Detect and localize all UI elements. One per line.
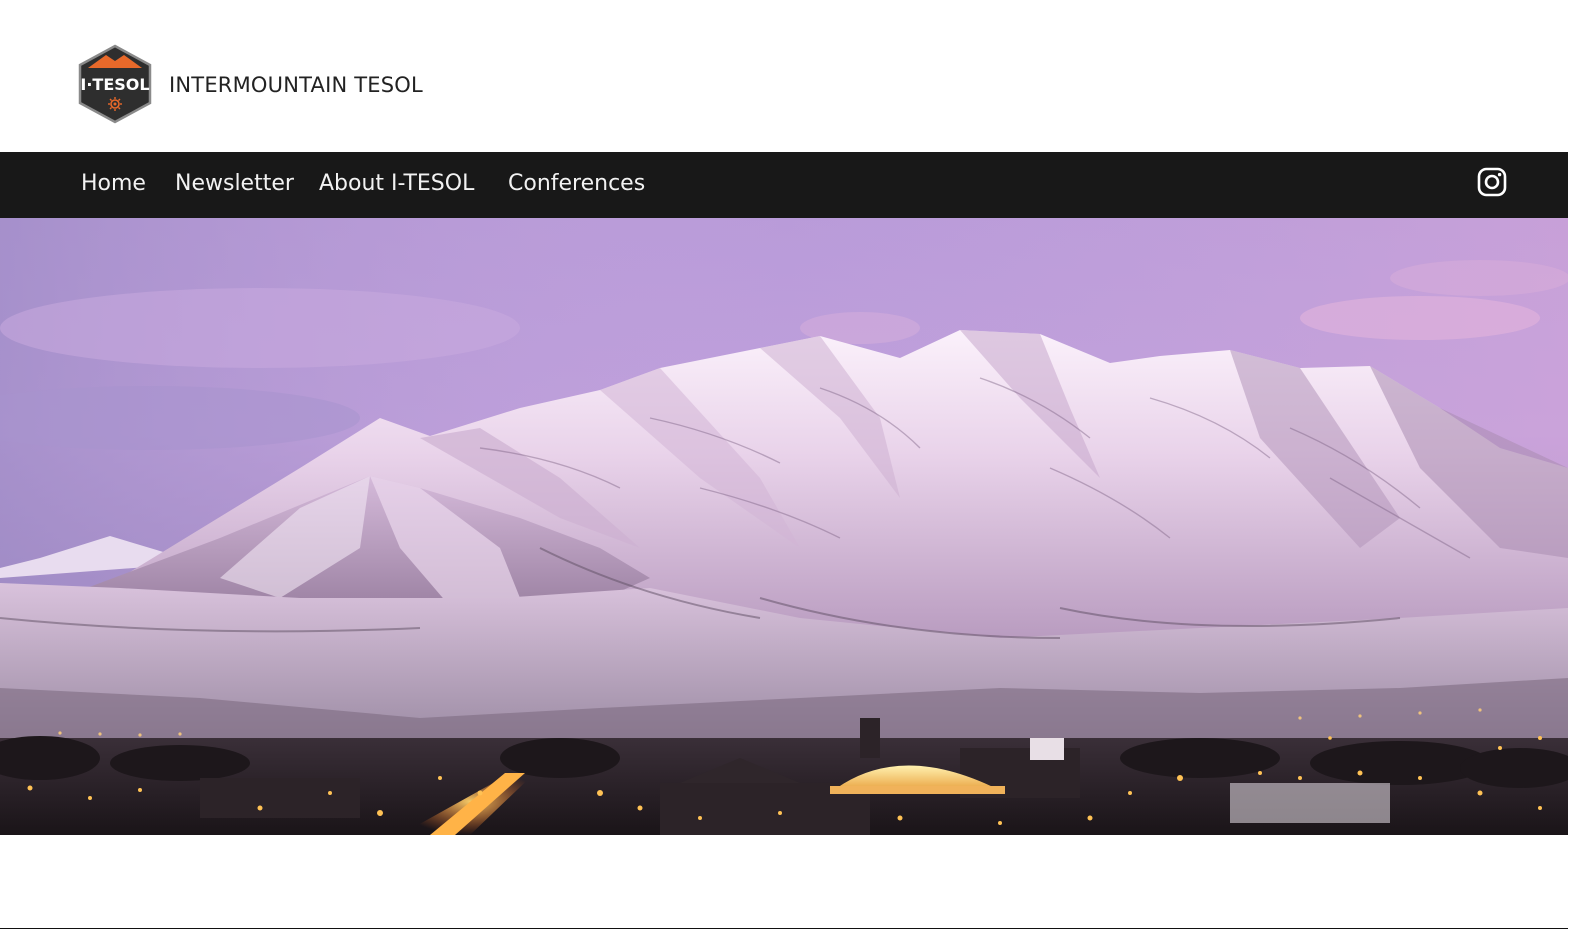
nav-item-about[interactable]: About I-TESOL: [319, 169, 474, 199]
scrollbar-gutter: [1568, 0, 1595, 946]
page-bottom-border: [0, 928, 1568, 929]
main-navbar: Home Newsletter About I-TESOL Conference…: [0, 152, 1568, 218]
site-title[interactable]: INTERMOUNTAIN TESOL: [169, 70, 423, 100]
hero-mountain-image: [0, 218, 1568, 835]
page-frame: I·TESOL INTERMOUNTAIN TESOL Home Newslet…: [0, 0, 1568, 929]
nav-item-newsletter[interactable]: Newsletter: [175, 169, 294, 199]
instagram-icon[interactable]: [1476, 166, 1508, 198]
nav-item-conferences[interactable]: Conferences: [508, 169, 645, 199]
site-header: I·TESOL INTERMOUNTAIN TESOL: [0, 0, 1568, 152]
nav-item-home[interactable]: Home: [81, 169, 146, 199]
logo-text: I·TESOL: [80, 75, 149, 94]
site-logo-icon[interactable]: I·TESOL: [76, 44, 154, 124]
